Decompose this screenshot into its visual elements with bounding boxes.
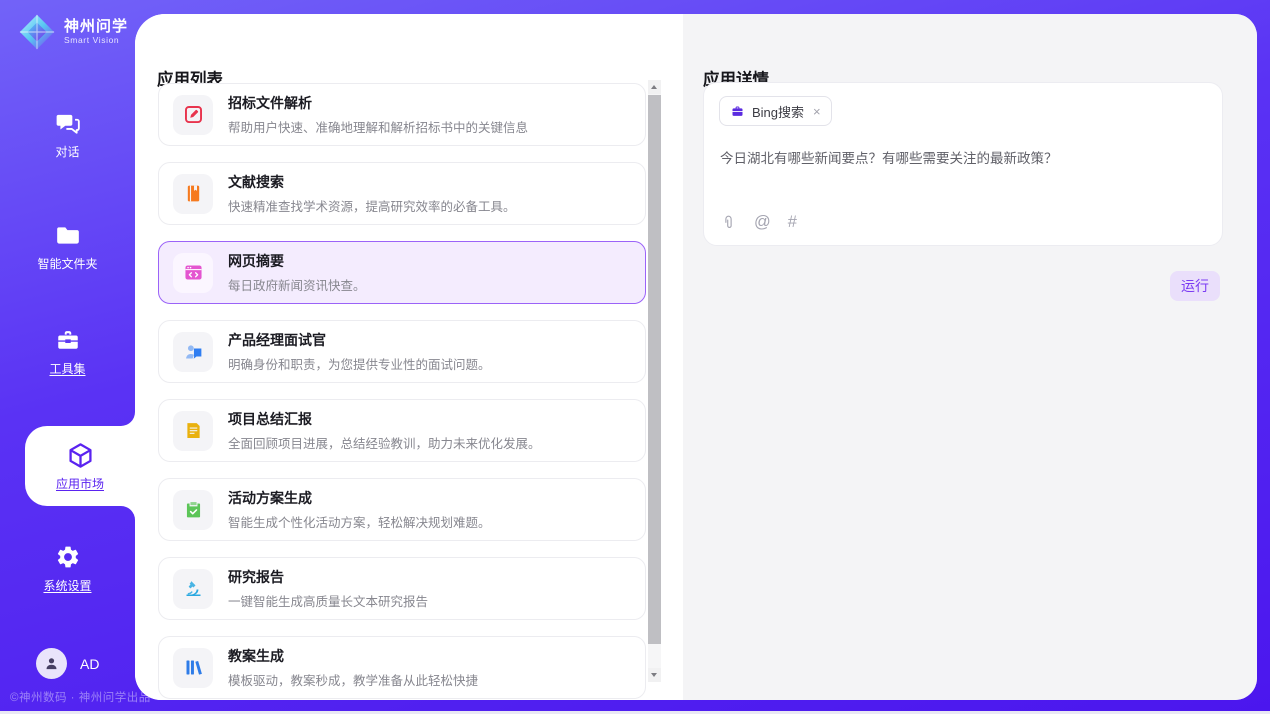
- sidebar-item-label: 应用市场: [56, 475, 104, 492]
- app-card-title: 项目总结汇报: [228, 409, 541, 429]
- app-card-title: 活动方案生成: [228, 488, 491, 508]
- app-card-desc: 帮助用户快速、准确地理解和解析招标书中的关键信息: [228, 117, 528, 136]
- sidebar-item-label: 对话: [55, 143, 79, 160]
- sidebar-item-chat[interactable]: 对话: [0, 110, 135, 160]
- sidebar-item-label: 工具集: [49, 360, 85, 377]
- list-scrollbar[interactable]: [648, 80, 661, 682]
- user-avatar: [36, 648, 67, 679]
- sidebar-item-label: 系统设置: [43, 577, 91, 594]
- copyright-footer: ©神州数码 · 神州问学出品: [10, 689, 151, 705]
- folder-icon: [55, 222, 81, 248]
- app-card[interactable]: 项目总结汇报 全面回顾项目进展，总结经验教训，助力未来优化发展。: [158, 399, 646, 462]
- brand-name: 神州问学: [64, 18, 128, 35]
- app-card-desc: 明确身份和职责，为您提供专业性的面试问题。: [228, 354, 491, 373]
- run-button[interactable]: 运行: [1170, 271, 1220, 301]
- app-card-title: 产品经理面试官: [228, 330, 491, 350]
- main-panel: 应用列表 招标文件解析 帮助用户快速、准确地理解和解析招标书中的关键信息 文献搜…: [135, 14, 1257, 700]
- app-card[interactable]: 研究报告 一键智能生成高质量长文本研究报告: [158, 557, 646, 620]
- app-card-desc: 模板驱动，教案秒成，教学准备从此轻松快捷: [228, 670, 478, 689]
- app-card-title: 研究报告: [228, 567, 428, 587]
- app-card-title: 文献搜索: [228, 172, 516, 192]
- app-card-title: 教案生成: [228, 646, 478, 666]
- edit-document-icon: [173, 95, 213, 135]
- app-list-panel: 应用列表 招标文件解析 帮助用户快速、准确地理解和解析招标书中的关键信息 文献搜…: [135, 14, 683, 700]
- tag-close-icon[interactable]: ×: [813, 104, 821, 119]
- sidebar-item-toolset[interactable]: 工具集: [0, 327, 135, 377]
- sidebar-item-app-market[interactable]: 应用市场: [25, 426, 135, 506]
- app-card[interactable]: 网页摘要 每日政府新闻资讯快查。: [158, 241, 646, 304]
- scroll-thumb[interactable]: [648, 95, 661, 644]
- sidebar: 神州问学 Smart Vision 对话 智能文件夹 工具集 应用市场 系统设置…: [0, 0, 135, 711]
- app-card-title: 网页摘要: [228, 251, 366, 271]
- interviewer-icon: [173, 332, 213, 372]
- app-card-desc: 全面回顾项目进展，总结经验教训，助力未来优化发展。: [228, 433, 541, 452]
- sidebar-item-smart-folders[interactable]: 智能文件夹: [0, 222, 135, 272]
- gear-icon: [55, 544, 81, 570]
- scroll-up-button[interactable]: [648, 80, 661, 94]
- app-card[interactable]: 文献搜索 快速精准查找学术资源，提高研究效率的必备工具。: [158, 162, 646, 225]
- app-card-title: 招标文件解析: [228, 93, 528, 113]
- book-icon: [173, 174, 213, 214]
- bing-search-tag[interactable]: Bing搜索 ×: [719, 96, 832, 126]
- briefcase-icon: [730, 104, 745, 119]
- sidebar-item-settings[interactable]: 系统设置: [0, 544, 135, 594]
- brand-gem-icon: [18, 13, 56, 51]
- app-card[interactable]: 教案生成 模板驱动，教案秒成，教学准备从此轻松快捷: [158, 636, 646, 699]
- chat-icon: [55, 110, 81, 136]
- composer-toolbar: @ #: [720, 214, 797, 231]
- paperclip-icon[interactable]: [720, 214, 737, 231]
- report-note-icon: [173, 411, 213, 451]
- app-logo: 神州问学 Smart Vision: [18, 13, 128, 51]
- hashtag-icon[interactable]: #: [788, 214, 797, 231]
- user-account[interactable]: AD: [36, 648, 99, 679]
- app-card[interactable]: 招标文件解析 帮助用户快速、准确地理解和解析招标书中的关键信息: [158, 83, 646, 146]
- web-code-icon: [173, 253, 213, 293]
- app-card[interactable]: 产品经理面试官 明确身份和职责，为您提供专业性的面试问题。: [158, 320, 646, 383]
- app-card-desc: 每日政府新闻资讯快查。: [228, 275, 366, 294]
- person-icon: [43, 655, 60, 672]
- clipboard-check-icon: [173, 490, 213, 530]
- sidebar-item-label: 智能文件夹: [37, 255, 97, 272]
- user-name: AD: [80, 656, 99, 672]
- brand-subtitle: Smart Vision: [64, 36, 128, 46]
- app-card-desc: 智能生成个性化活动方案，轻松解决规划难题。: [228, 512, 491, 531]
- microscope-icon: [173, 569, 213, 609]
- app-card-list: 招标文件解析 帮助用户快速、准确地理解和解析招标书中的关键信息 文献搜索 快速精…: [158, 83, 646, 700]
- app-detail-panel: 应用详情 Bing搜索 × 今日湖北有哪些新闻要点？有哪些需要关注的最新政策？ …: [683, 14, 1257, 700]
- toolbox-icon: [55, 327, 81, 353]
- cube-icon: [66, 441, 95, 470]
- prompt-card: Bing搜索 × 今日湖北有哪些新闻要点？有哪些需要关注的最新政策？ @ #: [703, 82, 1223, 246]
- books-icon: [173, 648, 213, 688]
- app-card[interactable]: 活动方案生成 智能生成个性化活动方案，轻松解决规划难题。: [158, 478, 646, 541]
- query-input[interactable]: 今日湖北有哪些新闻要点？有哪些需要关注的最新政策？: [720, 147, 1206, 167]
- app-card-desc: 快速精准查找学术资源，提高研究效率的必备工具。: [228, 196, 516, 215]
- tag-label: Bing搜索: [752, 102, 804, 121]
- mention-icon[interactable]: @: [754, 214, 771, 231]
- scroll-down-button[interactable]: [648, 668, 661, 682]
- app-card-desc: 一键智能生成高质量长文本研究报告: [228, 591, 428, 610]
